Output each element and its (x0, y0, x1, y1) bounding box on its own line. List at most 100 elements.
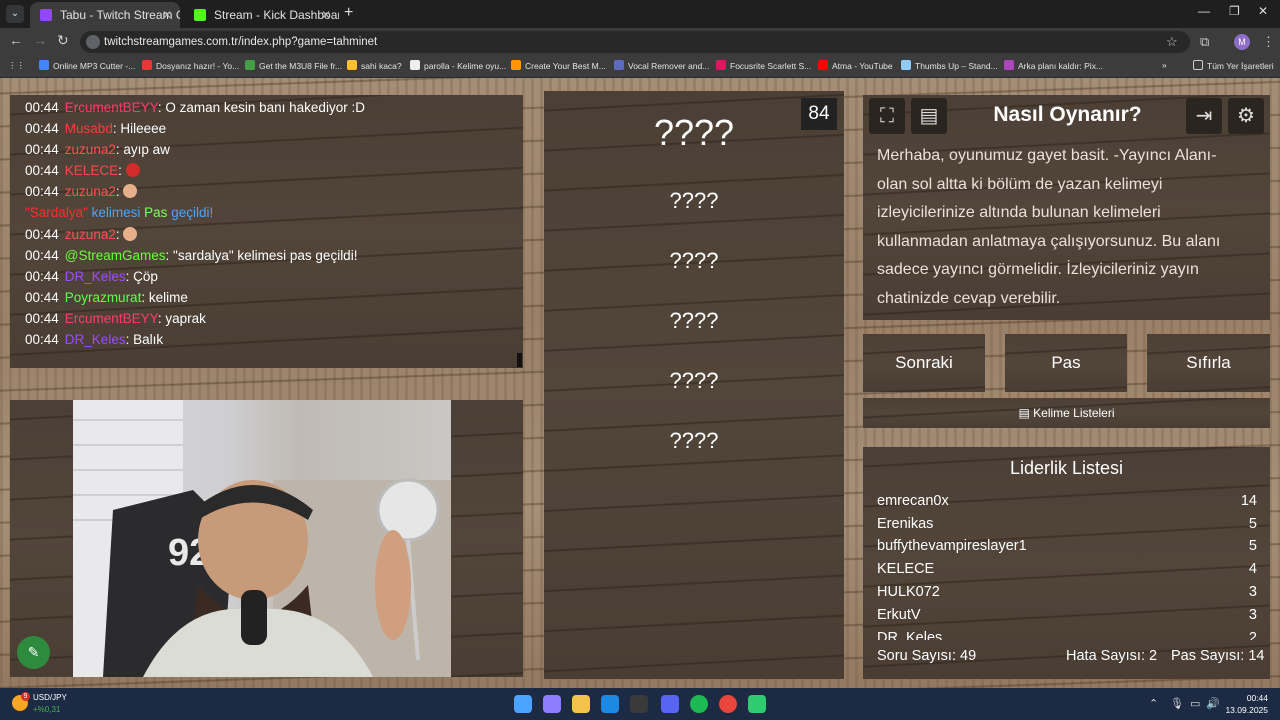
chat-message: 00:44 ErcumentBEYY: yaprak (25, 311, 206, 326)
kick-favicon-icon (194, 9, 206, 21)
chat-username: zuzuna2 (64, 184, 116, 199)
browser-toolbar: ← → ↻ twitchstreamgames.com.tr/index.php… (0, 28, 1280, 56)
edge-icon[interactable] (601, 695, 619, 713)
start-menu-icon[interactable] (514, 695, 532, 713)
bookmark-item[interactable]: Get the M3U8 File fr... (245, 60, 342, 71)
tab-search-button[interactable]: ⌄ (6, 5, 24, 23)
leaderboard-row: ErkutV 3 (877, 607, 1257, 623)
site-info-icon[interactable] (86, 35, 100, 49)
microphone-icon[interactable]: 🎙 (1170, 697, 1184, 710)
chat-message: 00:44 zuzuna2: (25, 227, 138, 242)
leaderboard-row: DR_Keles 2 (877, 630, 1257, 640)
store-icon[interactable] (630, 695, 648, 713)
tab-tabu[interactable]: Tabu - Twitch Stream Game ✕ (30, 2, 180, 28)
word-lists-button[interactable]: ▤ Kelime Listeleri (863, 398, 1270, 428)
leaderboard-list[interactable]: emrecan0x 14 Erenikas 5 buffythevampiresla… (863, 490, 1270, 640)
edit-pencil-button[interactable]: ✎ (17, 636, 50, 669)
tray-chevron-icon[interactable]: ⌃ (1149, 697, 1158, 710)
leaderboard-row: Erenikas 5 (877, 516, 1257, 532)
back-icon[interactable]: ← (9, 32, 23, 48)
howto-text: Merhaba, oyunumuz gayet basit. -Yayıncı … (877, 147, 1221, 307)
bookmark-item[interactable]: Arka planı kaldır: Pix... (1004, 60, 1103, 71)
new-tab-button[interactable]: + (344, 4, 353, 22)
settings-gear-icon[interactable]: ⚙ (1228, 98, 1264, 134)
leaderboard-title: Liderlik Listesi (1009, 458, 1124, 478)
volume-icon[interactable]: 🔊 (1206, 697, 1220, 710)
list-icon: ▤ (1018, 406, 1034, 420)
leaderboard-row: buffythevampireslayer1 5 (877, 538, 1257, 554)
more-bookmarks-icon[interactable]: » (1162, 60, 1167, 70)
forbidden-word: ???? (669, 188, 719, 213)
bookmark-item[interactable]: Create Your Best M... (511, 60, 606, 71)
address-bar[interactable]: twitchstreamgames.com.tr/index.php?game=… (80, 31, 1190, 53)
reload-icon[interactable]: ↻ (57, 32, 69, 49)
forward-icon[interactable]: → (33, 32, 47, 48)
chat-message: 00:44 @StreamGames: "sardalya" kelimesi p… (25, 248, 358, 263)
ticker-name: USD/JPY (33, 693, 67, 702)
face-emote-icon (123, 227, 138, 241)
display-icon[interactable]: ▭ (1190, 697, 1200, 710)
next-button[interactable]: Sonraki (863, 334, 985, 392)
heart-emote-icon (125, 163, 140, 177)
chat-username: zuzuna2 (64, 227, 116, 242)
chat-message: 00:44 DR_Keles: Balık (25, 332, 164, 347)
discord-icon[interactable] (661, 695, 679, 713)
clock-date[interactable]: 13.09.2025 (1222, 705, 1268, 715)
spotify-icon[interactable] (690, 695, 708, 713)
chat-username: @StreamGames (64, 248, 166, 263)
restore-icon[interactable]: ❐ (1229, 4, 1240, 18)
bookmark-item[interactable]: sahi kaca? (347, 60, 402, 71)
bookmark-item[interactable]: Atma - YouTube (818, 60, 893, 71)
file-explorer-icon[interactable] (572, 695, 590, 713)
windows-taskbar: 9 USD/JPY +%0,31 ⌃ 🎙 ▭ 🔊 00:44 13.09.202… (0, 688, 1280, 720)
chat-username: Musabd (64, 121, 113, 136)
bookmark-item[interactable]: Focusrite Scarlett S... (716, 60, 811, 71)
game-page: 00:44 ErcumentBEYY: O zaman kesin banı ha… (0, 78, 1280, 688)
chat-username: DR_Keles (64, 269, 126, 284)
chat-message: 00:44 zuzuna2: (25, 184, 138, 199)
app-icon[interactable] (748, 695, 766, 713)
webcam-video: 92 (73, 400, 451, 677)
chat-username: KELECE (64, 163, 119, 178)
chrome-icon[interactable] (719, 695, 737, 713)
pass-count: Pas Sayısı: 14 (1171, 648, 1265, 664)
bookmark-item[interactable]: parolla - Kelime oyu... (410, 60, 506, 71)
bookmark-star-icon[interactable]: ☆ (1166, 34, 1178, 50)
copilot-icon[interactable] (543, 695, 561, 713)
logout-icon[interactable]: ⇥ (1186, 98, 1222, 134)
notification-badge: 9 (21, 692, 30, 701)
question-count: Soru Sayısı: 49 (877, 648, 977, 664)
face-emote-icon (123, 184, 138, 198)
chat-scrollbar[interactable] (517, 353, 522, 367)
close-tab-icon[interactable]: ✕ (162, 2, 172, 28)
bookmark-item[interactable]: Thumbs Up – Stand... (901, 60, 998, 71)
pass-button[interactable]: Pas (1005, 334, 1127, 392)
apps-icon[interactable]: ⋮⋮ (8, 60, 25, 71)
ticker-change: +%0,31 (33, 705, 61, 714)
minimize-icon[interactable]: — (1198, 4, 1210, 18)
clock-time[interactable]: 00:44 (1232, 693, 1268, 703)
tab-kick[interactable]: Stream - Kick Dashboard ✕ (184, 2, 339, 28)
bookmark-item[interactable]: Online MP3 Cutter -... (39, 60, 135, 71)
menu-icon[interactable]: ⋮ (1262, 34, 1275, 50)
chat-username: zuzuna2 (64, 142, 116, 157)
fullscreen-icon[interactable]: ⛶ (869, 98, 905, 134)
tab-strip: ⌄ Tabu - Twitch Stream Game ✕ Stream - K… (0, 0, 1280, 28)
chat-username: ErcumentBEYY (64, 311, 158, 326)
bookmarks-folder[interactable]: Tüm Yer İşaretleri (1193, 60, 1274, 71)
leaderboard-row: emrecan0x 14 (877, 493, 1257, 509)
bookmark-item[interactable]: Dosyanız hazır! - Yo... (142, 60, 239, 71)
chat-message: 00:44 ErcumentBEYY: O zaman kesin banı ha… (25, 100, 365, 115)
notes-icon[interactable]: ▤ (911, 98, 947, 134)
chat-username: DR_Keles (64, 332, 126, 347)
chat-username: ErcumentBEYY (64, 100, 158, 115)
close-window-icon[interactable]: ✕ (1258, 4, 1268, 18)
profile-avatar[interactable]: M (1234, 34, 1250, 50)
chat-username: Poyrazmurat (64, 290, 142, 305)
bookmark-item[interactable]: Vocal Remover and... (614, 60, 709, 71)
extensions-icon[interactable]: ⧉ (1200, 34, 1209, 50)
close-tab-icon[interactable]: ✕ (321, 2, 331, 28)
forbidden-word: ???? (669, 428, 719, 453)
reset-button[interactable]: Sıfırla (1147, 334, 1270, 392)
twitch-favicon-icon (40, 9, 52, 21)
